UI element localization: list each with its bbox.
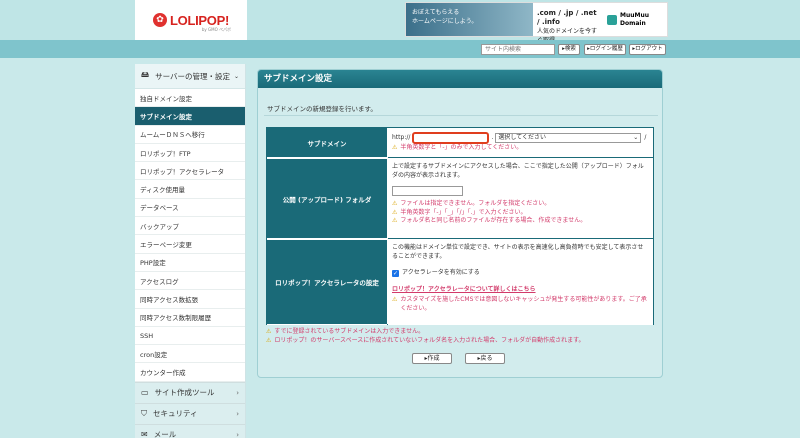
back-button[interactable]: ▸戻る <box>465 353 505 364</box>
subdomain-form: サブドメイン http:// . 選択してください ⌄ / ⚠ 半角英数字と「-」… <box>266 127 654 325</box>
banner-line2: ホームページにしよう。 <box>412 18 478 25</box>
sidebar-item[interactable]: ロリポップ！アクセラレータ <box>135 162 245 181</box>
chevron-down-icon: ⌄ <box>633 133 639 141</box>
banner-photo: おぼえてもらえる ホームページにしよう。 <box>406 3 533 36</box>
chevron-right-icon: › <box>236 409 239 418</box>
banner-line1: おぼえてもらえる <box>412 9 460 16</box>
sidebar-item[interactable]: 同時アクセス数拡張 <box>135 290 245 309</box>
sidebar-section-title: サーバーの管理・設定 <box>155 71 231 81</box>
logout-button[interactable]: ▸ログアウト <box>629 44 666 55</box>
accelerator-checkbox-label[interactable]: アクセラレータを有効にする <box>402 269 480 278</box>
logo-mark-icon: ✿ <box>153 13 167 27</box>
chevron-down-icon: ⌄ <box>234 72 240 80</box>
accelerator-warning: ⚠ カスタマイズを施したCMSでは意図しないキャッシュが発生する可能性があります。… <box>392 296 647 312</box>
folder-label: 公開 (アップロード) フォルダ <box>267 159 387 239</box>
ad-banner[interactable]: おぼえてもらえる ホームページにしよう。 .com / .jp / .net /… <box>405 2 668 44</box>
subdomain-warning: ⚠ 半角英数字と「-」のみで入力してください。 <box>392 144 523 151</box>
banner-text: .com / .jp / .net / .info 人気のドメインを今すぐ取得 <box>533 3 605 44</box>
sidebar-item[interactable]: エラーページ変更 <box>135 235 245 254</box>
site-search-input[interactable] <box>481 44 555 55</box>
chevron-right-icon: › <box>236 388 239 397</box>
muumuu-logo: MuuMuu Domain <box>605 3 667 36</box>
mail-icon: ✉ <box>141 430 148 438</box>
server-icon: 🖴 <box>141 70 150 79</box>
intro-text: サブドメインの新規登録を行います。 <box>267 105 377 113</box>
sidebar-item[interactable]: SSH <box>135 327 245 346</box>
sidebar-item[interactable]: ムームーＤＮＳへ移行 <box>135 126 245 144</box>
accelerator-help-link[interactable]: ロリポップ！アクセラレータについて詳しくはこちら <box>392 286 649 295</box>
warning-icon: ⚠ <box>392 296 398 303</box>
sidebar-cat-security[interactable]: ⛉ セキュリティ › <box>135 402 245 424</box>
warning-icon: ⚠ <box>392 208 398 216</box>
logo-subtext: by GMO ペパボ <box>201 27 231 32</box>
warning-icon: ⚠ <box>392 217 398 224</box>
warning-icon: ⚠ <box>392 200 398 207</box>
sidebar-item[interactable]: PHP設定 <box>135 254 245 272</box>
login-history-button[interactable]: ▸ログイン履歴 <box>584 44 626 55</box>
accelerator-cell: この機能はドメイン単位で設定でき、サイトの表示を高速化し高負荷時でも安定して表示… <box>388 240 653 325</box>
sidebar-item[interactable]: 独自ドメイン設定 <box>135 89 245 108</box>
warning-icon: ⚠ <box>266 328 272 335</box>
banner-domains: .com / .jp / .net / .info <box>537 9 597 26</box>
sidebar-item[interactable]: ロリポップ！FTP <box>135 144 245 163</box>
subdomain-cell: http:// . 選択してください ⌄ / ⚠ 半角英数字と「-」のみで入力して… <box>388 128 653 158</box>
create-button[interactable]: ▸作成 <box>412 353 452 364</box>
folder-warning: ⚠ ファイルは指定できません。フォルダを指定ください。 <box>392 200 551 207</box>
monitor-icon: ▭ <box>141 388 149 398</box>
top-header <box>0 0 800 40</box>
note-item: ⚠ ロリポップ！のサーバースペースに作成されていないフォルダ名を入力された場合、フ… <box>266 337 585 344</box>
subdomain-input[interactable] <box>412 132 490 144</box>
accelerator-description: この機能はドメイン単位で設定でき、サイトの表示を高速化し高負荷時でも安定して表示… <box>392 244 644 260</box>
muumuu-brand2: Domain <box>620 19 646 27</box>
sidebar-item[interactable]: カウンター作成 <box>135 363 245 382</box>
lolipop-logo[interactable]: ✿ LOLIPOP! by GMO ペパボ <box>135 0 247 40</box>
folder-description: 上で設定するサブドメインにアクセスした場合、ここで指定した公開（アップロード）フ… <box>392 163 644 179</box>
warning-icon: ⚠ <box>392 144 398 151</box>
folder-warning: ⚠ 半角英数字「-」「_」「/」「.」で入力ください。 <box>392 208 527 216</box>
sidebar-item[interactable]: データベース <box>135 199 245 218</box>
muumuu-icon <box>607 14 617 25</box>
sidebar-cat-mail[interactable]: ✉ メール › <box>135 423 245 438</box>
http-prefix: http:// <box>392 133 411 141</box>
folder-cell: 上で設定するサブドメインにアクセスした場合、ここで指定した公開（アップロード）フ… <box>388 159 653 239</box>
domain-select[interactable]: 選択してください ⌄ <box>495 133 642 143</box>
folder-input[interactable] <box>392 186 463 196</box>
folder-warning: ⚠ フォルダ名と同じ名前のファイルが存在する場合、作成できません。 <box>392 217 587 224</box>
chevron-right-icon: › <box>236 430 239 438</box>
muumuu-brand1: MuuMuu <box>620 11 650 19</box>
sidebar: 🖴 サーバーの管理・設定 ⌄ 独自ドメイン設定 サブドメイン設定 ムームーＤＮＳ… <box>135 64 246 438</box>
sidebar-item[interactable]: cron設定 <box>135 345 245 364</box>
sidebar-item[interactable]: バックアップ <box>135 217 245 236</box>
accelerator-label: ロリポップ！アクセラレータの設定 <box>267 240 387 325</box>
sidebar-item[interactable]: アクセスログ <box>135 272 245 291</box>
sidebar-cat-site-tools[interactable]: ▭ サイト作成ツール › <box>135 381 245 403</box>
header-stripe <box>0 40 800 58</box>
divider <box>264 115 658 116</box>
sidebar-item[interactable]: ディスク使用量 <box>135 180 245 199</box>
sidebar-section-server[interactable]: 🖴 サーバーの管理・設定 ⌄ <box>135 64 245 89</box>
note-item: ⚠ すでに登録されているサブドメインは入力できません。 <box>266 328 425 335</box>
url-suffix: / <box>644 133 647 141</box>
warning-icon: ⚠ <box>266 337 272 344</box>
search-button[interactable]: ▸検索 <box>558 44 580 55</box>
page-title: サブドメイン設定 <box>258 70 662 88</box>
subdomain-label: サブドメイン <box>267 128 387 158</box>
form-notes: ⚠ すでに登録されているサブドメインは入力できません。 ⚠ ロリポップ！のサーバース… <box>266 327 585 345</box>
logo-text: LOLIPOP! <box>170 12 229 28</box>
sidebar-item-active[interactable]: サブドメイン設定 <box>135 107 245 126</box>
shield-icon: ⛉ <box>141 408 147 418</box>
sidebar-item[interactable]: 同時アクセス数制限履歴 <box>135 309 245 327</box>
accelerator-checkbox[interactable]: ✓ <box>392 269 399 277</box>
